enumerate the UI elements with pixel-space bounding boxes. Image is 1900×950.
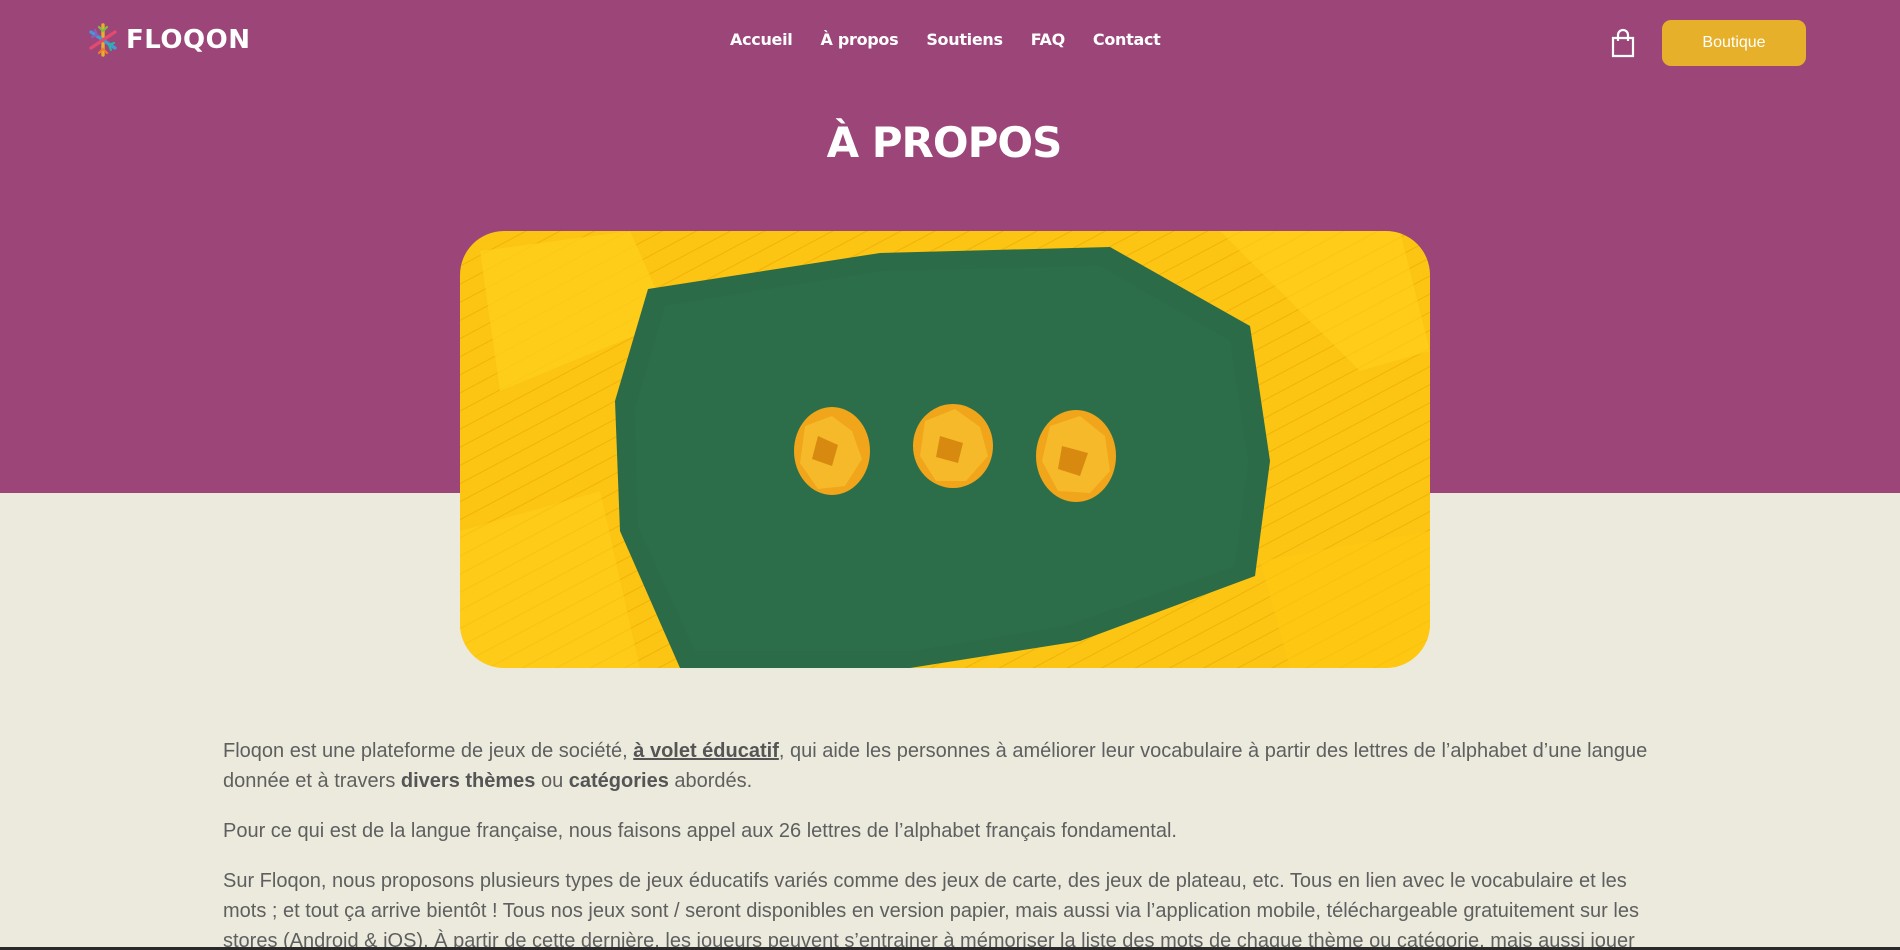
paragraph-intro: Floqon est une plateforme de jeux de soc… (223, 736, 1663, 796)
nav-contact[interactable]: Contact (1093, 30, 1161, 49)
hero-image-crumpled-paper (460, 231, 1430, 668)
text-segment: ou (535, 770, 569, 792)
bold-divers-themes: divers thèmes (400, 770, 536, 792)
nav-accueil[interactable]: Accueil (730, 30, 793, 49)
bold-categories: catégories (568, 770, 669, 792)
link-volet-educatif[interactable]: à volet éducatif (633, 740, 779, 762)
nav-a-propos[interactable]: À propos (820, 30, 898, 49)
paragraph-alphabet: Pour ce qui est de la langue française, … (223, 820, 1177, 842)
logo-text: FLOQON (126, 25, 251, 55)
text-segment: Floqon est une plateforme de jeux de soc… (223, 740, 634, 762)
page-title: À PROPOS (826, 118, 1063, 167)
nav-soutiens[interactable]: Soutiens (926, 30, 1003, 49)
paragraph-games: Sur Floqon, nous proposons plusieurs typ… (223, 870, 1639, 950)
site-header: FLOQON Accueil À propos Soutiens FAQ Con… (0, 0, 1900, 86)
logo[interactable]: FLOQON (88, 20, 250, 60)
text-segment: abordés. (668, 770, 753, 792)
main-nav: Accueil À propos Soutiens FAQ Contact (730, 30, 1161, 49)
about-content: Floqon est une plateforme de jeux de soc… (223, 736, 1663, 950)
snowflake-logo-icon (89, 23, 117, 57)
nav-faq[interactable]: FAQ (1031, 30, 1065, 49)
shopping-bag-icon[interactable] (1610, 28, 1636, 58)
shop-button[interactable]: Boutique (1662, 20, 1806, 66)
